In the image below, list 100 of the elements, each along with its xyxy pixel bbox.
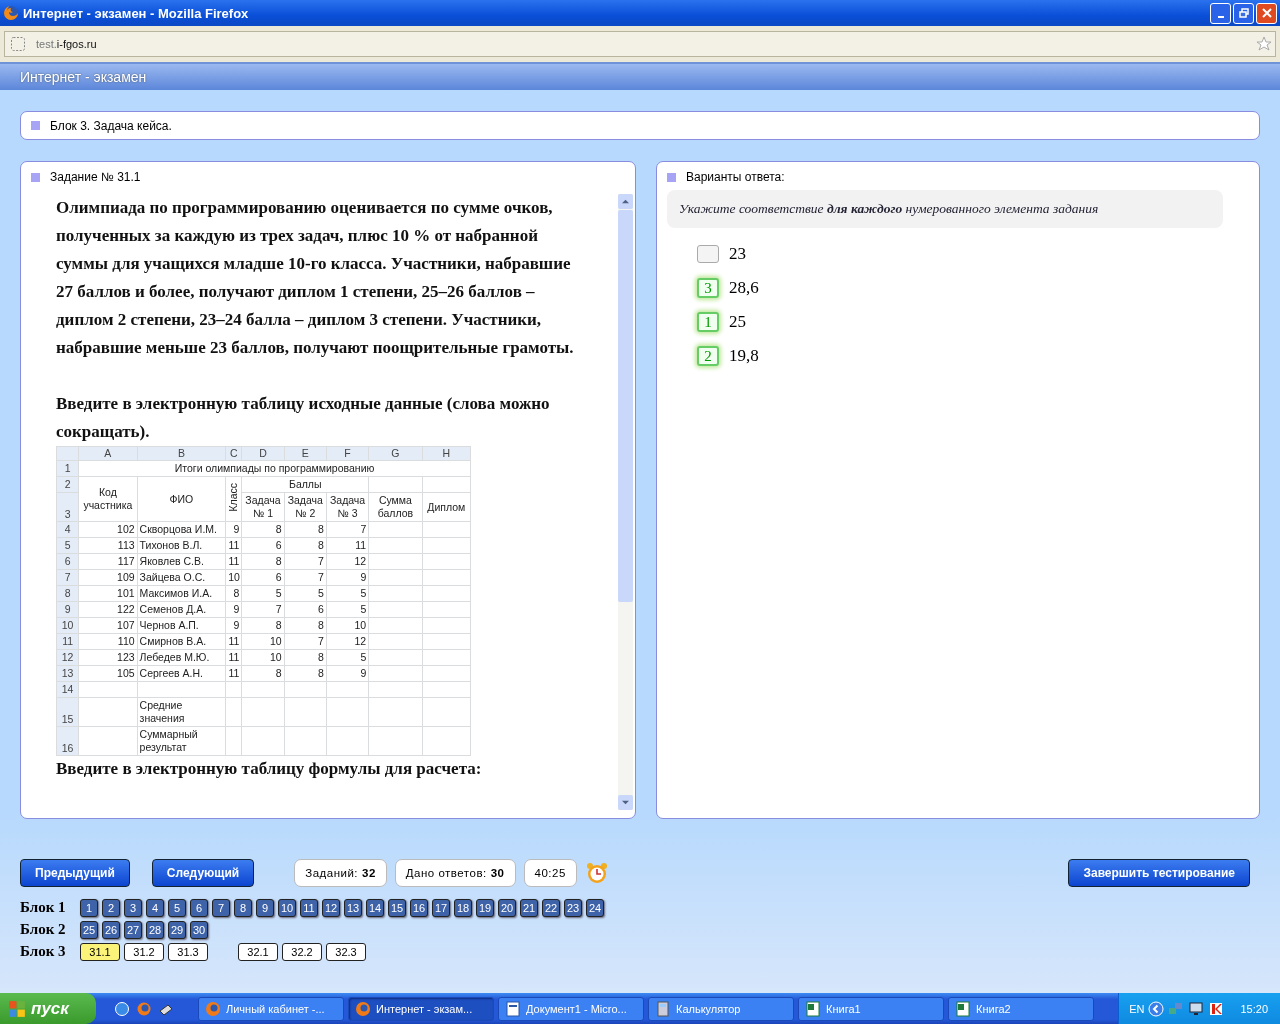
table-header: Задача № 3 (326, 492, 369, 522)
page-icon (10, 36, 26, 52)
question-button[interactable]: 19 (476, 898, 494, 917)
taskbar-button[interactable]: Интернет - экзам... (348, 996, 494, 1021)
table-cell: 11 (225, 665, 242, 682)
question-button[interactable]: 32.3 (326, 942, 366, 961)
question-button[interactable]: 23 (564, 898, 582, 917)
table-cell: 10 (241, 633, 285, 650)
table-cell: Тихонов В.Л. (137, 537, 226, 554)
question-button[interactable]: 17 (432, 898, 450, 917)
question-button[interactable]: 24 (586, 898, 604, 917)
table-cell: 7 (241, 601, 285, 618)
address-field[interactable]: test.i-fgos.ru (4, 31, 1276, 57)
previous-button[interactable]: Предыдущий (20, 859, 130, 887)
table-header: Класс (227, 483, 241, 512)
table-cell: 7 (284, 553, 327, 570)
question-button[interactable]: 12 (322, 898, 340, 917)
question-button[interactable]: 27 (124, 920, 142, 939)
taskbar-button[interactable]: Книга1 (798, 996, 944, 1021)
scrollbar[interactable] (618, 194, 633, 810)
answer-slot[interactable]: 2 (697, 346, 719, 366)
sheet-title: Итоги олимпиады по программированию (78, 460, 471, 477)
question-button[interactable]: 2 (102, 898, 120, 917)
taskbar-button[interactable]: Личный кабинет -... (198, 996, 344, 1021)
table-cell: 9 (225, 521, 242, 538)
column-header: F (326, 446, 369, 461)
table-header: Задача № 2 (284, 492, 327, 522)
question-button[interactable]: 21 (520, 898, 538, 917)
question-button[interactable]: 31.3 (168, 942, 208, 961)
bullet-icon (667, 172, 676, 182)
question-button[interactable]: 15 (388, 898, 406, 917)
browser-icon[interactable] (136, 1000, 152, 1017)
column-header: D (241, 446, 285, 461)
question-button[interactable]: 11 (300, 898, 318, 917)
table-cell: 5 (326, 585, 369, 602)
window-title: Интернет - экзамен - Mozilla Firefox (23, 5, 250, 21)
star-icon[interactable] (1256, 36, 1272, 52)
close-button[interactable] (1256, 2, 1277, 24)
question-button[interactable]: 28 (146, 920, 164, 939)
instruction-text: Укажите соответствие для каждого нумерованного элемента задания (679, 201, 1099, 216)
taskbar-button[interactable]: Книга2 (948, 996, 1094, 1021)
question-button[interactable]: 29 (168, 920, 186, 939)
question-button[interactable]: 22 (542, 898, 560, 917)
column-header: B (137, 446, 226, 461)
app-title: Интернет - экзамен (20, 69, 147, 85)
answer-option: 23 (729, 244, 746, 264)
row-number: 3 (56, 492, 79, 522)
table-cell: 11 (225, 649, 242, 666)
taskbar-button[interactable]: Документ1 - Micro... (498, 996, 644, 1021)
question-button[interactable]: 31.2 (124, 942, 164, 961)
question-button[interactable]: 7 (212, 898, 230, 917)
table-header: ФИО (137, 476, 226, 522)
question-button[interactable]: 20 (498, 898, 516, 917)
question-button[interactable]: 5 (168, 898, 186, 917)
question-button[interactable]: 31.1 (80, 942, 120, 961)
question-button[interactable]: 6 (190, 898, 208, 917)
question-button[interactable]: 30 (190, 920, 208, 939)
table-cell: 8 (241, 553, 285, 570)
restore-button[interactable] (1233, 2, 1254, 24)
column-header: A (78, 446, 138, 461)
table-cell: Скворцова И.М. (137, 521, 226, 538)
task-paragraph: Введите в электронную таблицу формулы для расчета: (56, 758, 483, 780)
question-button[interactable]: 32.2 (282, 942, 322, 961)
question-button[interactable]: 8 (234, 898, 252, 917)
question-button[interactable]: 9 (256, 898, 274, 917)
language-indicator[interactable]: EN (1129, 1002, 1145, 1015)
close-icon (1261, 8, 1272, 18)
answer-slot[interactable]: 3 (697, 278, 719, 298)
bullet-icon (31, 172, 40, 182)
question-button[interactable]: 1 (80, 898, 98, 917)
question-button[interactable]: 14 (366, 898, 384, 917)
answer-slot[interactable]: 1 (697, 312, 719, 332)
minimize-button[interactable] (1210, 2, 1231, 24)
next-button[interactable]: Следующий (151, 859, 255, 887)
block-title: Блок 3. Задача кейса. (50, 118, 172, 133)
scroll-up-icon[interactable] (622, 198, 629, 205)
finish-button[interactable]: Завершить тестирование (1068, 859, 1250, 887)
taskbar-button[interactable]: Калькулятор (648, 996, 794, 1021)
question-button[interactable]: 4 (146, 898, 164, 917)
question-button[interactable]: 26 (102, 920, 120, 939)
monitor-icon[interactable] (1188, 1000, 1205, 1017)
question-button[interactable]: 13 (344, 898, 362, 917)
answer-count: Дано ответов: 30 (394, 859, 516, 887)
start-button[interactable]: пуск (0, 993, 96, 1024)
browser-icon[interactable] (114, 1000, 130, 1017)
question-button[interactable]: 32.1 (238, 942, 278, 961)
question-button[interactable]: 16 (410, 898, 428, 917)
table-cell: Зайцева О.С. (137, 569, 226, 586)
document-icon (505, 1000, 521, 1017)
question-button[interactable]: 10 (278, 898, 296, 917)
question-button[interactable]: 25 (80, 920, 98, 939)
scroll-down-icon[interactable] (622, 799, 629, 806)
table-cell: Чернов А.П. (137, 617, 226, 634)
table-cell: 101 (78, 585, 138, 602)
question-button[interactable]: 3 (124, 898, 142, 917)
task-count: Заданий: 32 (294, 859, 387, 887)
table-cell: 8 (284, 649, 327, 666)
question-button[interactable]: 18 (454, 898, 472, 917)
chevron-icon[interactable] (1148, 1000, 1165, 1017)
table-cell: 110 (78, 633, 138, 650)
